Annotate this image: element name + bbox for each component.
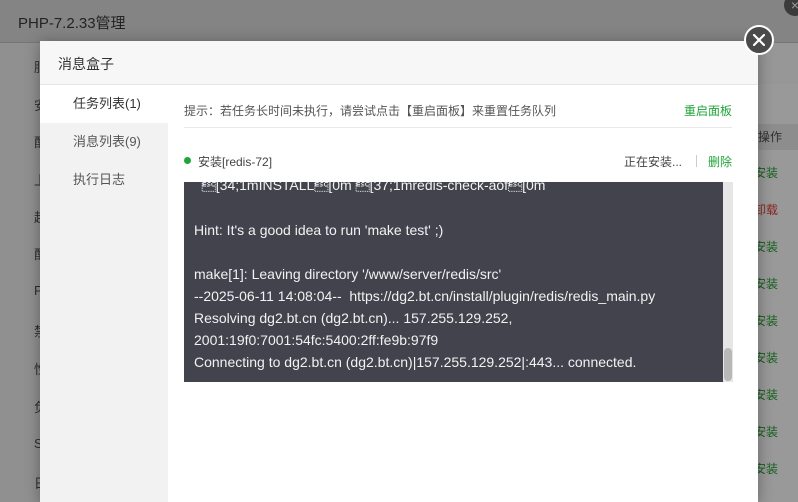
task-status: 正在安装... (624, 155, 683, 169)
console-line: Connecting to dg2.bt.cn (dg2.bt.cn)|157.… (194, 354, 637, 370)
dialog-title: 消息盒子 (58, 56, 114, 72)
tip-text: 提示：若任务长时间未执行，请尝试点击【重启面板】来重置任务队列 (184, 104, 557, 118)
console-line: Resolving dg2.bt.cn (dg2.bt.cn)... 157.2… (194, 310, 513, 326)
console-line: 2001:19f0:7001:54fc:5400:2ff:fe9b:97f9 (194, 332, 439, 348)
restart-panel-link[interactable]: 重启面板 (684, 102, 732, 119)
tip-bar: 提示：若任务长时间未执行，请尝试点击【重启面板】来重置任务队列 重启面板 (184, 99, 732, 128)
running-status-dot-icon (184, 157, 191, 164)
sidebar-item-task-list[interactable]: 任务列表(1) (40, 85, 168, 123)
console-scrollbar-thumb[interactable] (724, 348, 732, 381)
close-icon (753, 34, 765, 46)
dialog-content: 提示：若任务长时间未执行，请尝试点击【重启面板】来重置任务队列 重启面板 安装[… (168, 85, 758, 502)
console-line: Hint: It's a good idea to run 'make test… (194, 222, 444, 238)
task-name: 安装[redis-72] (198, 155, 273, 169)
dialog-close-button[interactable] (744, 25, 774, 55)
task-row: 安装[redis-72] 正在安装... 删除 (184, 149, 732, 171)
console-line: [34;1mINSTALL[0m [37;1mredis-check-ao… (194, 182, 546, 193)
message-box-dialog: 消息盒子 任务列表(1) 消息列表(9) 执行日志 提示：若任务长时间未执行，请… (40, 25, 774, 502)
dialog-header: 消息盒子 (40, 41, 758, 85)
sidebar-item-execution-log[interactable]: 执行日志 (40, 161, 168, 199)
install-log-console[interactable]: [34;1mINSTALL[0m [37;1mredis-check-ao… (184, 182, 733, 382)
console-line: --2025-06-11 14:08:04-- https://dg2.bt.c… (194, 288, 656, 304)
sidebar-item-message-list[interactable]: 消息列表(9) (40, 123, 168, 161)
divider (696, 155, 697, 167)
console-scrollbar[interactable] (723, 182, 733, 382)
dialog-sidebar: 任务列表(1) 消息列表(9) 执行日志 (40, 85, 168, 502)
delete-task-button[interactable]: 删除 (708, 153, 732, 170)
console-line: make[1]: Leaving directory '/www/server/… (194, 266, 502, 282)
